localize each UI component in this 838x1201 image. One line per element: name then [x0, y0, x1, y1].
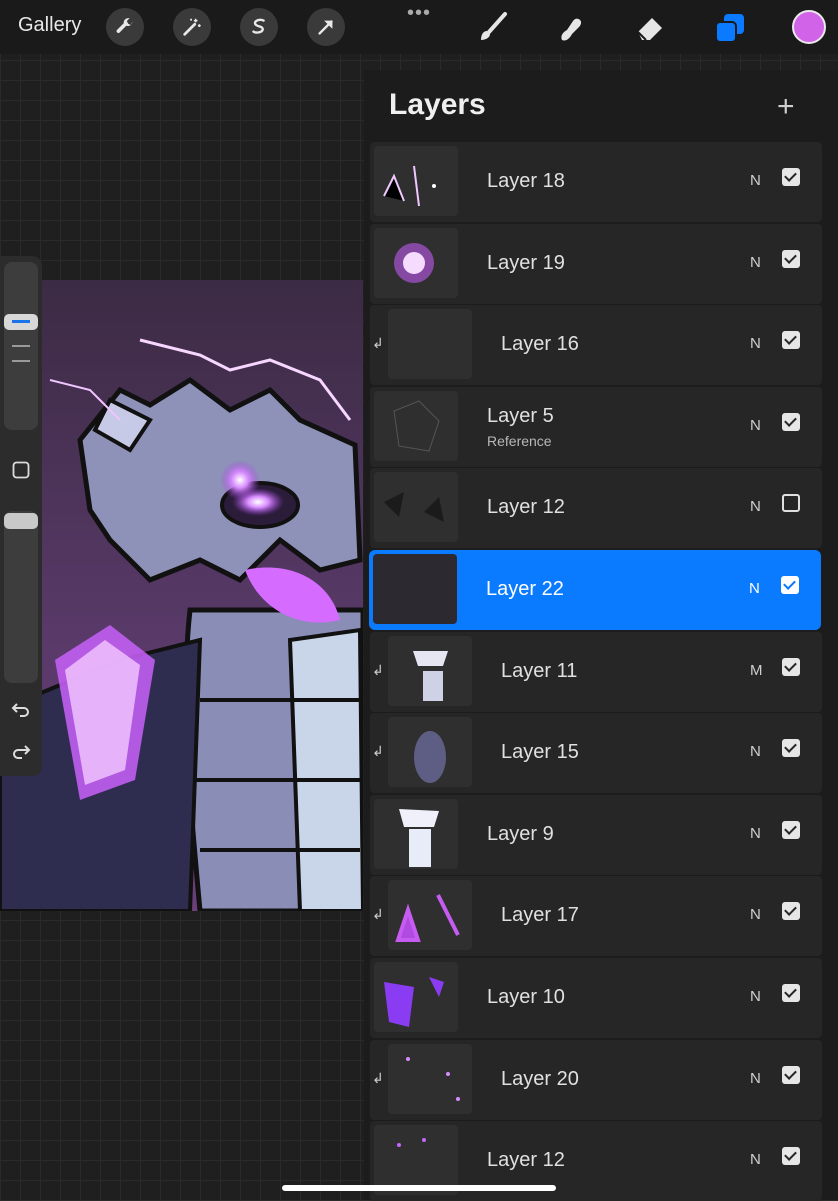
- layer-thumbnail[interactable]: [374, 472, 458, 543]
- blend-mode-button[interactable]: N: [750, 906, 761, 923]
- layer-thumbnail[interactable]: [374, 146, 458, 216]
- undo-icon[interactable]: [8, 696, 34, 722]
- layer-visibility-checkbox[interactable]: [782, 331, 800, 350]
- color-picker-button[interactable]: [792, 10, 826, 44]
- layer-visibility-checkbox[interactable]: [782, 249, 800, 268]
- layer-name: Layer 15: [501, 741, 579, 764]
- layer-name: Layer 17: [501, 904, 579, 927]
- slider-tick: [12, 360, 30, 362]
- smudge-icon[interactable]: [550, 8, 590, 48]
- layer-row[interactable]: Layer 18 N: [370, 142, 822, 222]
- layer-visibility-checkbox[interactable]: [782, 1147, 800, 1166]
- layer-thumbnail[interactable]: [373, 554, 457, 624]
- layer-visibility-checkbox[interactable]: [782, 820, 800, 839]
- blend-mode-button[interactable]: N: [750, 1070, 761, 1087]
- layer-visibility-checkbox[interactable]: [782, 902, 800, 921]
- layer-visibility-checkbox[interactable]: [782, 984, 800, 1002]
- layer-name: Layer 22: [486, 578, 564, 600]
- layer-name: Layer 9: [487, 822, 554, 845]
- eraser-icon[interactable]: [630, 8, 670, 48]
- layer-thumbnail[interactable]: [388, 717, 472, 788]
- layer-visibility-checkbox[interactable]: [782, 494, 800, 513]
- layer-name: Layer 5: [487, 404, 554, 427]
- layer-row[interactable]: ↲ Layer 11 M: [370, 631, 822, 712]
- opacity-thumb[interactable]: [4, 513, 38, 529]
- layer-row[interactable]: Layer 5 Reference N: [370, 386, 822, 467]
- gallery-button[interactable]: Gallery: [18, 14, 81, 37]
- layer-row[interactable]: Layer 19 N: [370, 223, 822, 304]
- layer-thumbnail[interactable]: [388, 309, 472, 380]
- blend-mode-button[interactable]: N: [750, 498, 761, 515]
- blend-mode-button[interactable]: N: [750, 254, 761, 271]
- layer-name: Layer 11: [501, 659, 578, 682]
- redo-icon[interactable]: [8, 738, 34, 764]
- layer-visibility-checkbox[interactable]: [782, 657, 800, 676]
- layer-thumbnail[interactable]: [388, 1043, 472, 1114]
- wrench-icon[interactable]: [106, 8, 144, 46]
- layers-panel: Layers + Layer 18 N Layer 19 N ↲ Layer 16 N Lay…: [364, 70, 838, 1201]
- blend-mode-button[interactable]: N: [750, 417, 761, 434]
- layer-reference-label: Reference: [487, 432, 552, 449]
- layer-visibility-checkbox[interactable]: [782, 168, 800, 186]
- slider-tick: [12, 345, 30, 347]
- blend-mode-button[interactable]: M: [750, 662, 763, 679]
- square-icon[interactable]: [8, 457, 34, 483]
- layer-name: Layer 20: [501, 1067, 579, 1090]
- layer-row[interactable]: ↲ Layer 15 N: [370, 713, 822, 794]
- layer-row[interactable]: Layer 22 N: [369, 550, 821, 630]
- layer-name: Layer 19: [487, 251, 565, 274]
- blend-mode-button[interactable]: N: [749, 580, 760, 597]
- home-indicator: [282, 1185, 556, 1191]
- layer-thumbnail[interactable]: [374, 227, 458, 298]
- blend-mode-button[interactable]: N: [750, 743, 761, 760]
- layers-panel-title: Layers: [389, 88, 486, 121]
- blend-mode-button[interactable]: N: [750, 335, 761, 352]
- layer-thumbnail[interactable]: [388, 635, 472, 706]
- layer-thumbnail[interactable]: [374, 390, 458, 461]
- layer-name: Layer 12: [487, 1149, 565, 1172]
- layer-name: Layer 10: [487, 986, 565, 1008]
- blend-mode-button[interactable]: N: [750, 825, 761, 842]
- clipping-mask-icon: ↲: [372, 335, 384, 352]
- opacity-slider[interactable]: [4, 511, 38, 683]
- magic-wand-icon[interactable]: [173, 8, 211, 46]
- layer-thumbnail[interactable]: [388, 880, 472, 951]
- layer-name: Layer 16: [501, 333, 579, 356]
- layers-icon[interactable]: [710, 8, 750, 48]
- layer-thumbnail[interactable]: [374, 962, 458, 1032]
- toolbar: Gallery •••: [0, 0, 838, 54]
- blend-mode-button[interactable]: N: [750, 1151, 761, 1168]
- blend-mode-button[interactable]: N: [750, 988, 761, 1005]
- clipping-mask-icon: ↲: [372, 743, 384, 760]
- clipping-mask-icon: ↲: [372, 1069, 384, 1086]
- side-tool-panel: [0, 256, 42, 776]
- blend-mode-button[interactable]: N: [750, 172, 761, 189]
- layer-visibility-checkbox[interactable]: [782, 412, 800, 431]
- clipping-mask-icon: ↲: [372, 661, 384, 678]
- selection-icon[interactable]: [240, 8, 278, 46]
- canvas-artwork[interactable]: [0, 280, 363, 911]
- layer-name: Layer 18: [487, 170, 565, 192]
- layer-row[interactable]: Layer 9 N: [370, 794, 822, 875]
- layer-visibility-checkbox[interactable]: [782, 1065, 800, 1084]
- layer-row[interactable]: ↲ Layer 17 N: [370, 876, 822, 957]
- brush-icon[interactable]: [473, 8, 513, 48]
- layer-row[interactable]: ↲ Layer 20 N: [370, 1039, 822, 1120]
- layer-row[interactable]: Layer 12 N: [370, 468, 822, 549]
- layer-row[interactable]: ↲ Layer 16 N: [370, 305, 822, 386]
- clipping-mask-icon: ↲: [372, 906, 384, 923]
- add-layer-button[interactable]: +: [777, 90, 795, 124]
- layer-row[interactable]: Layer 10 N: [370, 958, 822, 1038]
- layer-thumbnail[interactable]: [374, 798, 458, 869]
- layer-visibility-checkbox[interactable]: [782, 739, 800, 758]
- layer-name: Layer 12: [487, 496, 565, 519]
- more-options-button[interactable]: •••: [407, 2, 431, 25]
- layer-visibility-checkbox[interactable]: [781, 576, 799, 594]
- transform-arrow-icon[interactable]: [307, 8, 345, 46]
- brush-size-thumb[interactable]: [4, 314, 38, 330]
